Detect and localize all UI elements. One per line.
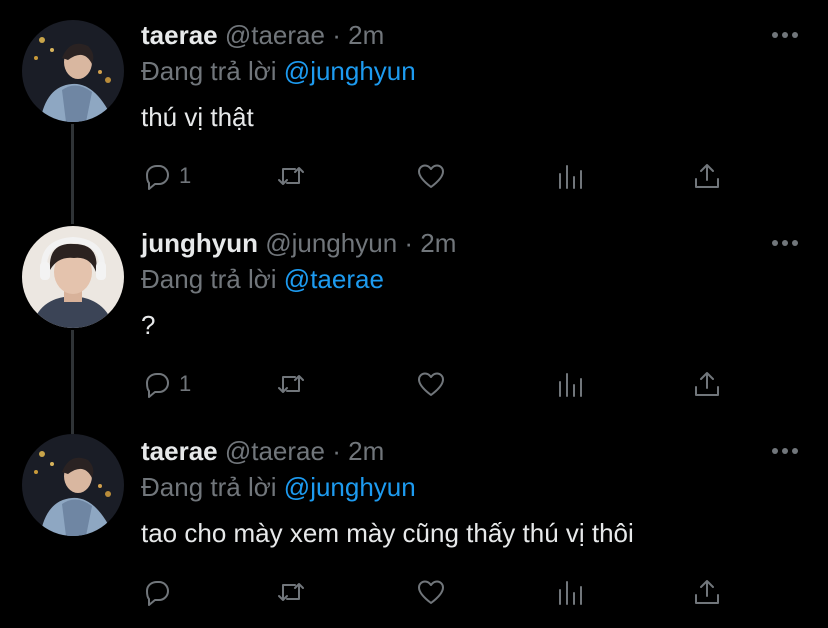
share-button[interactable] [691, 156, 723, 196]
avatar-image [22, 20, 124, 122]
separator-dot: · [332, 20, 341, 50]
more-icon[interactable] [772, 30, 800, 40]
retweet-button[interactable] [275, 364, 307, 404]
avatar[interactable] [22, 226, 124, 328]
reply-mention[interactable]: @junghyun [284, 472, 416, 502]
reply-icon [146, 373, 169, 398]
replying-to: Đang trả lời @junghyun [141, 56, 416, 87]
retweet-icon [278, 375, 304, 393]
reply-count: 1 [179, 371, 192, 396]
reply-button[interactable]: 1 [141, 156, 191, 196]
tweet-text: thú vị thật [141, 102, 254, 132]
tweet-text: tao cho mày xem mày cũng thấy thú vị thô… [141, 518, 634, 548]
like-icon [418, 372, 444, 396]
avatar[interactable] [22, 20, 124, 122]
avatar-image [22, 226, 124, 328]
analytics-button[interactable] [555, 572, 587, 612]
share-button[interactable] [691, 572, 723, 612]
reply-icon [146, 165, 169, 190]
reply-prefix: Đang trả lời [141, 56, 277, 86]
like-button[interactable] [415, 156, 447, 196]
user-handle[interactable]: @taerae [225, 20, 325, 50]
display-name[interactable]: taerae [141, 20, 218, 50]
replying-to: Đang trả lời @junghyun [141, 472, 416, 503]
reply-button[interactable] [141, 572, 179, 612]
timestamp[interactable]: 2m [420, 228, 456, 258]
reply-count: 1 [179, 163, 192, 188]
tweet[interactable]: taerae @taerae · 2m Đang trả lời @junghy… [0, 0, 828, 210]
display-name[interactable]: junghyun [141, 228, 258, 258]
reply-button[interactable]: 1 [141, 364, 191, 404]
tweet-header: taerae @taerae · 2m [141, 20, 384, 51]
like-icon [418, 164, 444, 188]
tweet[interactable]: junghyun @junghyun · 2m Đang trả lời @ta… [0, 208, 828, 418]
like-button[interactable] [415, 572, 447, 612]
analytics-button[interactable] [555, 156, 587, 196]
retweet-button[interactable] [275, 156, 307, 196]
retweet-icon [278, 583, 304, 601]
avatar[interactable] [22, 434, 124, 536]
replying-to: Đang trả lời @taerae [141, 264, 384, 295]
reply-prefix: Đang trả lời [141, 264, 277, 294]
user-handle[interactable]: @junghyun [265, 228, 397, 258]
action-bar [141, 572, 741, 612]
tweet[interactable]: taerae @taerae · 2m Đang trả lời @junghy… [0, 416, 828, 628]
display-name[interactable]: taerae [141, 436, 218, 466]
tweet-text: ? [141, 310, 156, 340]
analytics-button[interactable] [555, 364, 587, 404]
analytics-icon [559, 373, 582, 397]
retweet-icon [278, 167, 304, 185]
timestamp[interactable]: 2m [348, 436, 384, 466]
action-bar: 1 [141, 364, 741, 404]
more-icon[interactable] [772, 446, 800, 456]
reply-mention[interactable]: @taerae [284, 264, 384, 294]
reply-prefix: Đang trả lời [141, 472, 277, 502]
reply-icon [146, 581, 169, 606]
separator-dot: · [332, 436, 341, 466]
user-handle[interactable]: @taerae [225, 436, 325, 466]
analytics-icon [559, 581, 582, 605]
retweet-button[interactable] [275, 572, 307, 612]
action-bar: 1 [141, 156, 741, 196]
avatar-image [22, 434, 124, 536]
tweet-header: junghyun @junghyun · 2m [141, 228, 456, 259]
more-icon[interactable] [772, 238, 800, 248]
like-icon [418, 580, 444, 604]
share-icon [695, 580, 719, 604]
analytics-icon [559, 165, 582, 189]
share-button[interactable] [691, 364, 723, 404]
separator-dot: · [404, 228, 414, 258]
share-icon [695, 164, 719, 188]
reply-mention[interactable]: @junghyun [284, 56, 416, 86]
share-icon [695, 372, 719, 396]
like-button[interactable] [415, 364, 447, 404]
timestamp[interactable]: 2m [348, 20, 384, 50]
tweet-header: taerae @taerae · 2m [141, 436, 384, 467]
